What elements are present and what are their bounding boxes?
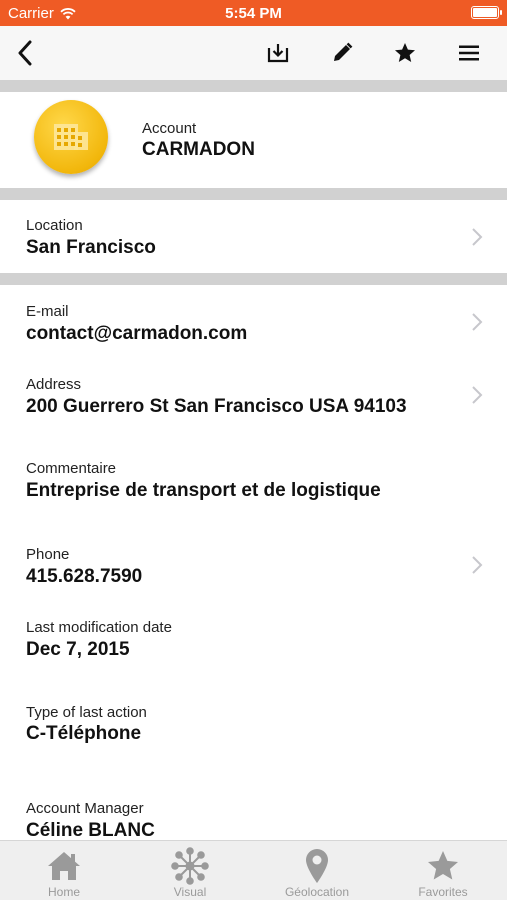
phone-row[interactable]: Phone 415.628.7590 [0, 530, 507, 600]
tab-visual[interactable]: Visual [127, 841, 253, 900]
section-separator [0, 273, 507, 285]
download-icon [267, 44, 289, 63]
chevron-right-icon [472, 313, 483, 331]
edit-button[interactable] [323, 34, 361, 72]
pencil-icon [334, 42, 353, 61]
last-modification-row: Last modification date Dec 7, 2015 [0, 605, 507, 675]
last-action-label: Type of last action [26, 704, 147, 721]
status-time: 5:54 PM [225, 5, 282, 22]
last-modification-label: Last modification date [26, 619, 172, 636]
section-separator [0, 80, 507, 92]
address-row[interactable]: Address 200 Guerrero St San Francisco US… [0, 360, 507, 430]
status-bar: Carrier 5:54 PM [0, 0, 507, 26]
favorite-button[interactable] [386, 34, 424, 72]
phone-value: 415.628.7590 [26, 566, 143, 587]
chevron-right-icon [472, 386, 483, 404]
account-header: Account CARMADON [0, 92, 507, 188]
account-manager-value: Céline BLANC [26, 820, 155, 841]
chevron-right-icon [472, 556, 483, 574]
menu-button[interactable] [450, 34, 488, 72]
account-logo [34, 100, 108, 174]
comment-label: Commentaire [26, 460, 117, 477]
building-icon [54, 124, 88, 150]
map-pin-icon [306, 849, 328, 883]
account-manager-label: Account Manager [26, 800, 144, 817]
location-label: Location [26, 217, 83, 234]
last-modification-value: Dec 7, 2015 [26, 639, 130, 660]
account-manager-row: Account Manager Céline BLANC [0, 785, 507, 841]
tab-visual-label: Visual [173, 885, 207, 899]
address-value: 200 Guerrero St San Francisco USA 94103 [26, 396, 407, 417]
account-type-label: Account [142, 120, 197, 137]
address-label: Address [26, 376, 82, 393]
location-value: San Francisco [26, 237, 156, 258]
back-button[interactable] [6, 34, 44, 72]
navigation-bar [0, 26, 507, 80]
phone-label: Phone [26, 546, 70, 563]
tab-home[interactable]: Home [1, 841, 127, 900]
battery-icon [471, 6, 502, 19]
last-action-value: C-Téléphone [26, 723, 142, 744]
section-separator [0, 188, 507, 200]
tab-favorites[interactable]: Favorites [380, 841, 506, 900]
back-chevron-icon [18, 40, 32, 66]
visual-icon [171, 847, 209, 885]
last-action-row: Type of last action C-Téléphone [0, 690, 507, 760]
email-row[interactable]: E-mail contact@carmadon.com [0, 285, 507, 355]
comment-value: Entreprise de transport et de logistique [26, 480, 381, 501]
email-value: contact@carmadon.com [26, 323, 248, 344]
comment-row: Commentaire Entreprise de transport et d… [0, 445, 507, 515]
tab-favorites-label: Favorites [418, 885, 468, 899]
chevron-right-icon [472, 228, 483, 246]
location-row[interactable]: Location San Francisco [0, 200, 507, 273]
hamburger-menu-icon [459, 45, 479, 61]
tab-geolocation-label: Géolocation [284, 885, 350, 899]
home-icon [48, 852, 80, 880]
tab-bar: Home Visual Géolocation Favorites [0, 840, 507, 900]
star-icon [428, 851, 458, 880]
account-name: CARMADON [142, 139, 255, 160]
download-button[interactable] [259, 34, 297, 72]
tab-geolocation[interactable]: Géolocation [254, 841, 380, 900]
email-label: E-mail [26, 303, 69, 320]
star-icon [395, 43, 415, 62]
tab-home-label: Home [47, 885, 80, 899]
